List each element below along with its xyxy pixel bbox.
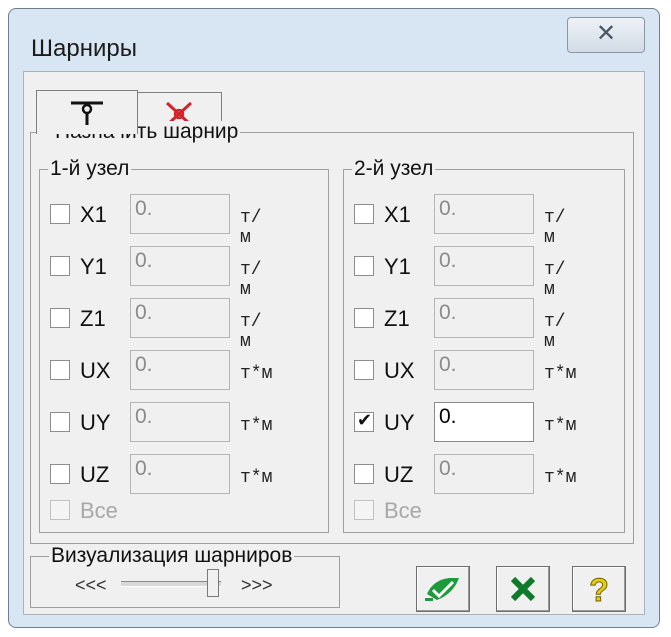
close-button[interactable]: ✕: [567, 17, 645, 53]
node2-ux-input[interactable]: 0.: [434, 350, 534, 390]
node1-ux-checkbox[interactable]: [50, 360, 70, 380]
node1-uy-unit: т*м: [240, 416, 273, 436]
visualization-slider[interactable]: [121, 569, 225, 599]
hinges-dialog: Шарниры ✕ Назначить шарнир 1-й узел X1 0…: [8, 8, 660, 628]
node2-uz-label: UZ: [384, 462, 414, 487]
node1-y1-checkbox[interactable]: [50, 256, 70, 276]
node2-uz-input[interactable]: 0.: [434, 454, 534, 494]
node1-all-label: Все: [80, 498, 118, 523]
visualization-decrease-button[interactable]: <<<: [75, 575, 107, 596]
slider-track: [121, 581, 221, 587]
node2-ux-checkbox[interactable]: [354, 360, 374, 380]
node2-group: 2-й узел X1 0. т/м Y1 0. т/м Z1 0. т/м U…: [343, 158, 625, 533]
svg-text:?: ?: [589, 572, 609, 606]
node1-z1-unit: т/м: [240, 312, 262, 352]
apply-button[interactable]: [416, 566, 470, 612]
node2-uy-label: UY: [384, 410, 415, 435]
assign-hinge-panel: Назначить шарнир 1-й узел X1 0. т/м Y1 0…: [30, 121, 634, 544]
node2-uy-input[interactable]: 0.: [434, 402, 534, 442]
dialog-body: Назначить шарнир 1-й узел X1 0. т/м Y1 0…: [23, 71, 645, 615]
node2-y1-input[interactable]: 0.: [434, 246, 534, 286]
node1-y1-input[interactable]: 0.: [130, 246, 230, 286]
node1-uy-checkbox[interactable]: [50, 412, 70, 432]
node2-uz-checkbox[interactable]: [354, 464, 374, 484]
node1-legend: 1-й узел: [48, 157, 132, 180]
node2-z1-unit: т/м: [544, 312, 566, 352]
node2-x1-input[interactable]: 0.: [434, 194, 534, 234]
node2-uz-unit: т*м: [544, 468, 577, 488]
node1-all-checkbox[interactable]: [50, 500, 70, 520]
window-title: Шарниры: [31, 35, 137, 62]
node1-y1-unit: т/м: [240, 260, 262, 300]
node2-uy-checkbox[interactable]: [354, 410, 374, 432]
node2-all-checkbox[interactable]: [354, 500, 374, 520]
slider-thumb[interactable]: [207, 569, 219, 597]
node1-x1-input[interactable]: 0.: [130, 194, 230, 234]
node1-uz-input[interactable]: 0.: [130, 454, 230, 494]
cancel-icon: [510, 576, 536, 602]
node1-y1-label: Y1: [80, 254, 107, 279]
node2-x1-label: X1: [384, 202, 411, 227]
node2-uy-unit: т*м: [544, 416, 577, 436]
tab-assign-hinge[interactable]: [36, 90, 138, 134]
node2-z1-checkbox[interactable]: [354, 308, 374, 328]
node1-x1-unit: т/м: [240, 208, 262, 248]
node1-z1-label: Z1: [80, 306, 106, 331]
node2-x1-unit: т/м: [544, 208, 566, 248]
node2-z1-label: Z1: [384, 306, 410, 331]
node2-all-label: Все: [384, 498, 422, 523]
visualization-increase-button[interactable]: >>>: [241, 575, 273, 596]
node1-uy-input[interactable]: 0.: [130, 402, 230, 442]
node2-y1-label: Y1: [384, 254, 411, 279]
node1-x1-checkbox[interactable]: [50, 204, 70, 224]
node1-group: 1-й узел X1 0. т/м Y1 0. т/м Z1 0. т/м U…: [39, 158, 329, 533]
node2-ux-label: UX: [384, 358, 415, 383]
node1-ux-unit: т*м: [240, 364, 273, 384]
node1-uz-checkbox[interactable]: [50, 464, 70, 484]
node1-ux-input[interactable]: 0.: [130, 350, 230, 390]
help-icon: ?: [589, 572, 610, 609]
node1-ux-label: UX: [80, 358, 111, 383]
help-button[interactable]: ?: [572, 566, 626, 612]
visualization-group: Визуализация шарниров <<< >>>: [30, 545, 340, 608]
node1-uz-label: UZ: [80, 462, 110, 487]
node1-x1-label: X1: [80, 202, 107, 227]
visualization-legend: Визуализация шарниров: [49, 544, 295, 567]
cancel-button[interactable]: [496, 566, 550, 612]
node1-z1-input[interactable]: 0.: [130, 298, 230, 338]
node2-z1-input[interactable]: 0.: [434, 298, 534, 338]
node1-z1-checkbox[interactable]: [50, 308, 70, 328]
apply-icon: [425, 578, 459, 601]
node1-uz-unit: т*м: [240, 468, 273, 488]
node2-y1-checkbox[interactable]: [354, 256, 374, 276]
node2-legend: 2-й узел: [352, 157, 436, 180]
hinge-icon: [71, 101, 103, 125]
close-icon: ✕: [595, 20, 617, 47]
node2-x1-checkbox[interactable]: [354, 204, 374, 224]
node2-y1-unit: т/м: [544, 260, 566, 300]
node1-uy-label: UY: [80, 410, 111, 435]
node2-ux-unit: т*м: [544, 364, 577, 384]
